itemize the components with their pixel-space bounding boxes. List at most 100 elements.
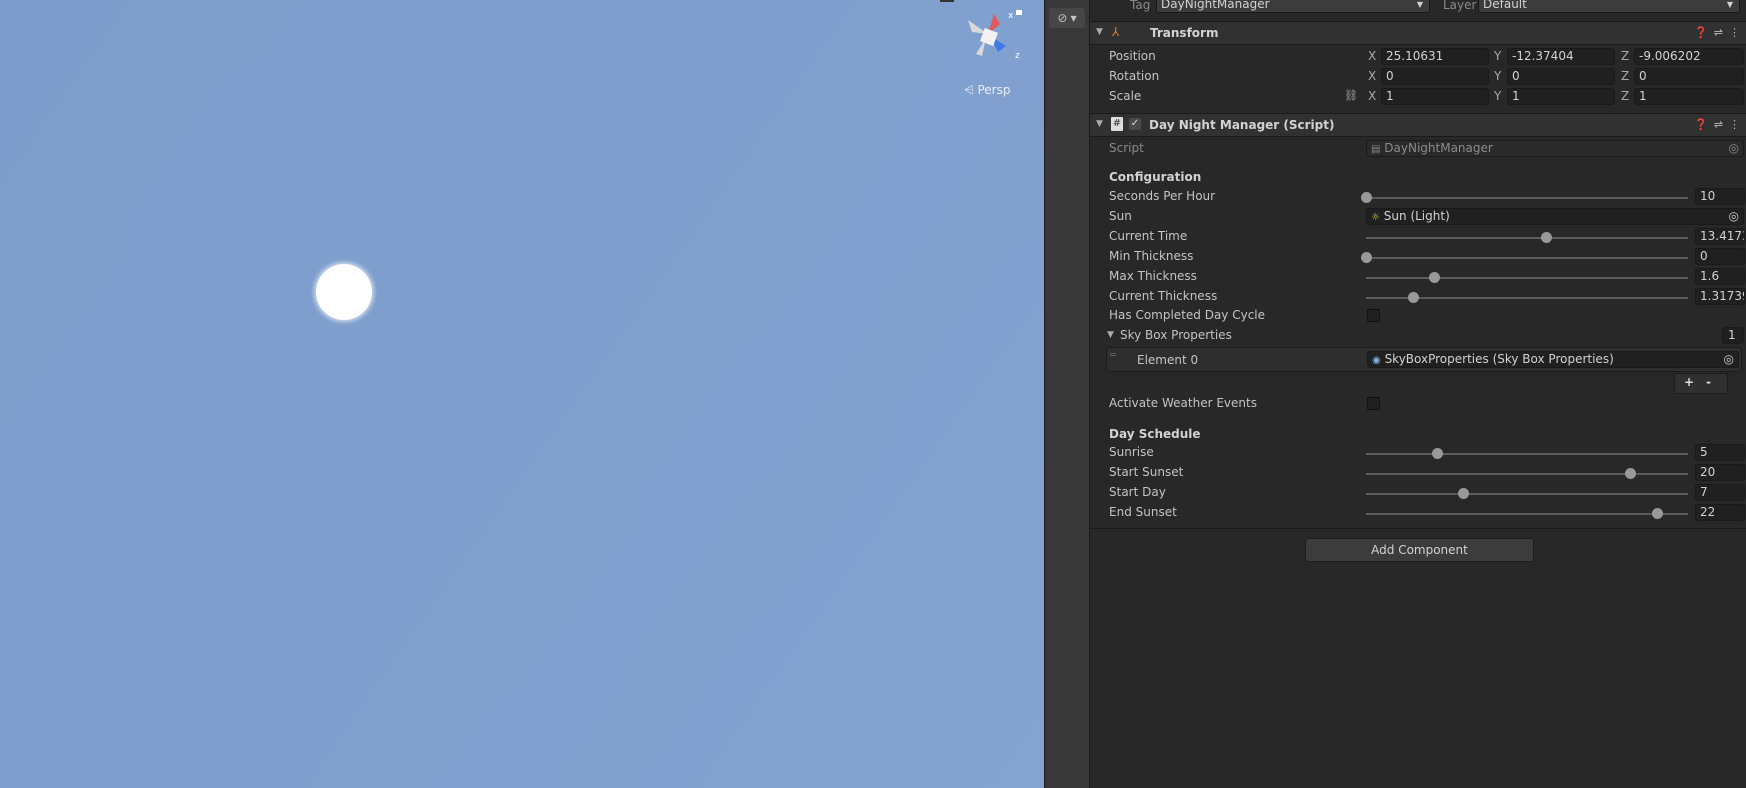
- slider-knob[interactable]: [1407, 292, 1419, 303]
- object-picker-icon[interactable]: ◎: [1729, 209, 1739, 224]
- end-sunset-field[interactable]: 22: [1695, 504, 1745, 521]
- link-icon[interactable]: ⛓: [1344, 89, 1358, 102]
- min-thickness-slider[interactable]: [1361, 252, 1688, 263]
- chevron-down-icon: ▼: [1070, 13, 1077, 23]
- foldout-arrow-icon[interactable]: ▼: [1107, 330, 1114, 340]
- current-thickness-slider[interactable]: [1366, 292, 1688, 303]
- max-thickness-field[interactable]: 1.6: [1695, 268, 1745, 285]
- layer-dropdown[interactable]: Default ▼: [1478, 0, 1740, 13]
- chevron-down-icon: ▼: [1416, 0, 1423, 9]
- drag-handle-icon[interactable]: ═: [1110, 350, 1116, 361]
- light-icon: ☼: [1371, 212, 1380, 223]
- kebab-menu-icon[interactable]: ⋮: [1729, 26, 1740, 39]
- sky-box-properties-row[interactable]: ▼ Sky Box Properties 1: [1090, 326, 1746, 346]
- axis-x-label: X: [1368, 69, 1377, 83]
- slider-knob[interactable]: [1652, 508, 1664, 519]
- axis-z-label: Z: [1621, 89, 1630, 103]
- sunrise-field[interactable]: 5: [1695, 444, 1745, 461]
- start-sunset-row: Start Sunset 20: [1090, 463, 1746, 483]
- scale-y-field[interactable]: 1: [1507, 88, 1615, 105]
- remove-element-button[interactable]: -: [1706, 375, 1711, 389]
- start-sunset-slider[interactable]: [1366, 468, 1688, 479]
- list-add-remove-footer: + -: [1674, 373, 1728, 394]
- end-sunset-slider[interactable]: [1366, 508, 1688, 519]
- scene-toolbar-edge: [940, 0, 954, 2]
- script-field: ▤ DayNightManager ◎: [1366, 140, 1744, 157]
- slider-knob[interactable]: [1541, 232, 1553, 243]
- day-night-manager-header[interactable]: ▼ # ✓ Day Night Manager (Script) ❓ ⇌ ⋮: [1090, 113, 1746, 137]
- rotation-z-field[interactable]: 0: [1634, 68, 1744, 85]
- rotation-x-field[interactable]: 0: [1381, 68, 1489, 85]
- tag-label: Tag: [1130, 0, 1151, 12]
- min-thickness-row: Min Thickness 0: [1090, 247, 1746, 267]
- element-0-object-field[interactable]: ◉ SkyBoxProperties (Sky Box Properties) …: [1367, 351, 1739, 368]
- seconds-per-hour-slider[interactable]: [1361, 192, 1688, 203]
- seconds-per-hour-row: Seconds Per Hour 10: [1090, 187, 1746, 207]
- compass-dropdown-button[interactable]: ⊘ ▼: [1049, 8, 1085, 28]
- help-icon[interactable]: ❓: [1694, 118, 1708, 131]
- slider-knob[interactable]: [1361, 252, 1372, 263]
- script-value: DayNightManager: [1384, 141, 1493, 155]
- scale-z-field[interactable]: 1: [1634, 88, 1744, 105]
- slider-knob[interactable]: [1431, 448, 1443, 459]
- position-x-field[interactable]: 25.10631: [1381, 48, 1489, 65]
- current-thickness-field[interactable]: 1.31739: [1695, 288, 1745, 305]
- current-time-slider[interactable]: [1366, 232, 1688, 243]
- current-time-field[interactable]: 13.4173: [1695, 228, 1745, 245]
- activate-weather-events-checkbox[interactable]: [1367, 397, 1380, 410]
- gizmo-x-label: x: [1008, 11, 1014, 21]
- has-completed-day-cycle-checkbox[interactable]: [1367, 309, 1380, 322]
- scale-x-field[interactable]: 1: [1381, 88, 1489, 105]
- sky-box-element-0: ═ Element 0 ◉ SkyBoxProperties (Sky Box …: [1106, 347, 1742, 372]
- add-element-button[interactable]: +: [1684, 375, 1694, 389]
- axis-x-label: X: [1368, 49, 1377, 63]
- day-schedule-heading: Day Schedule: [1109, 427, 1201, 441]
- max-thickness-slider[interactable]: [1366, 272, 1688, 283]
- activate-weather-events-label: Activate Weather Events: [1109, 396, 1257, 410]
- slider-knob[interactable]: [1361, 192, 1372, 203]
- max-thickness-row: Max Thickness 1.6: [1090, 267, 1746, 287]
- start-day-label: Start Day: [1109, 485, 1166, 499]
- script-label: Script: [1109, 141, 1144, 155]
- start-day-row: Start Day 7: [1090, 483, 1746, 503]
- min-thickness-field[interactable]: 0: [1695, 248, 1745, 265]
- scale-label: Scale: [1109, 89, 1142, 103]
- foldout-arrow-icon[interactable]: ▼: [1096, 27, 1103, 37]
- element-0-label: Element 0: [1137, 353, 1199, 367]
- slider-knob[interactable]: [1457, 488, 1469, 499]
- sun-object-field[interactable]: ☼ Sun (Light) ◎: [1366, 208, 1744, 225]
- rotation-y-field[interactable]: 0: [1507, 68, 1615, 85]
- object-picker-icon[interactable]: ◎: [1724, 352, 1734, 367]
- foldout-arrow-icon[interactable]: ▼: [1096, 119, 1103, 129]
- presets-icon[interactable]: ⇌: [1714, 118, 1723, 131]
- add-component-button[interactable]: Add Component: [1305, 538, 1534, 562]
- position-y-field[interactable]: -12.37404: [1507, 48, 1615, 65]
- presets-icon[interactable]: ⇌: [1714, 26, 1723, 39]
- enabled-checkbox[interactable]: ✓: [1129, 118, 1141, 130]
- transform-header[interactable]: ▼ ⅄ Transform ❓ ⇌ ⋮: [1090, 21, 1746, 45]
- start-sunset-field[interactable]: 20: [1695, 464, 1745, 481]
- slider-knob[interactable]: [1625, 468, 1637, 479]
- sun-row: Sun ☼ Sun (Light) ◎: [1090, 207, 1746, 227]
- start-day-slider[interactable]: [1366, 488, 1688, 499]
- scene-orientation-gizmo[interactable]: x z: [958, 6, 1028, 68]
- tag-value: DayNightManager: [1161, 0, 1270, 11]
- rotation-row: Rotation X 0 Y 0 Z 0: [1090, 67, 1746, 87]
- sunrise-slider[interactable]: [1366, 448, 1688, 459]
- current-time-row: Current Time 13.4173: [1090, 227, 1746, 247]
- sky-box-count-field[interactable]: 1: [1722, 327, 1744, 344]
- seconds-per-hour-field[interactable]: 10: [1695, 188, 1745, 205]
- scene-view[interactable]: x z ⩤ Persp: [0, 0, 1044, 788]
- kebab-menu-icon[interactable]: ⋮: [1729, 118, 1740, 131]
- tag-dropdown[interactable]: DayNightManager ▼: [1156, 0, 1430, 13]
- has-completed-day-cycle-row: Has Completed Day Cycle: [1090, 306, 1746, 326]
- start-day-field[interactable]: 7: [1695, 484, 1745, 501]
- configuration-heading-row: Configuration: [1090, 168, 1746, 188]
- help-icon[interactable]: ❓: [1694, 26, 1708, 39]
- slider-knob[interactable]: [1428, 272, 1440, 283]
- position-z-field[interactable]: -9.006202: [1634, 48, 1744, 65]
- projection-toggle[interactable]: ⩤ Persp: [964, 83, 1010, 98]
- tag-layer-row: Tag DayNightManager ▼ Layer Default ▼: [1090, 0, 1746, 13]
- rotation-label: Rotation: [1109, 69, 1160, 83]
- start-sunset-label: Start Sunset: [1109, 465, 1184, 479]
